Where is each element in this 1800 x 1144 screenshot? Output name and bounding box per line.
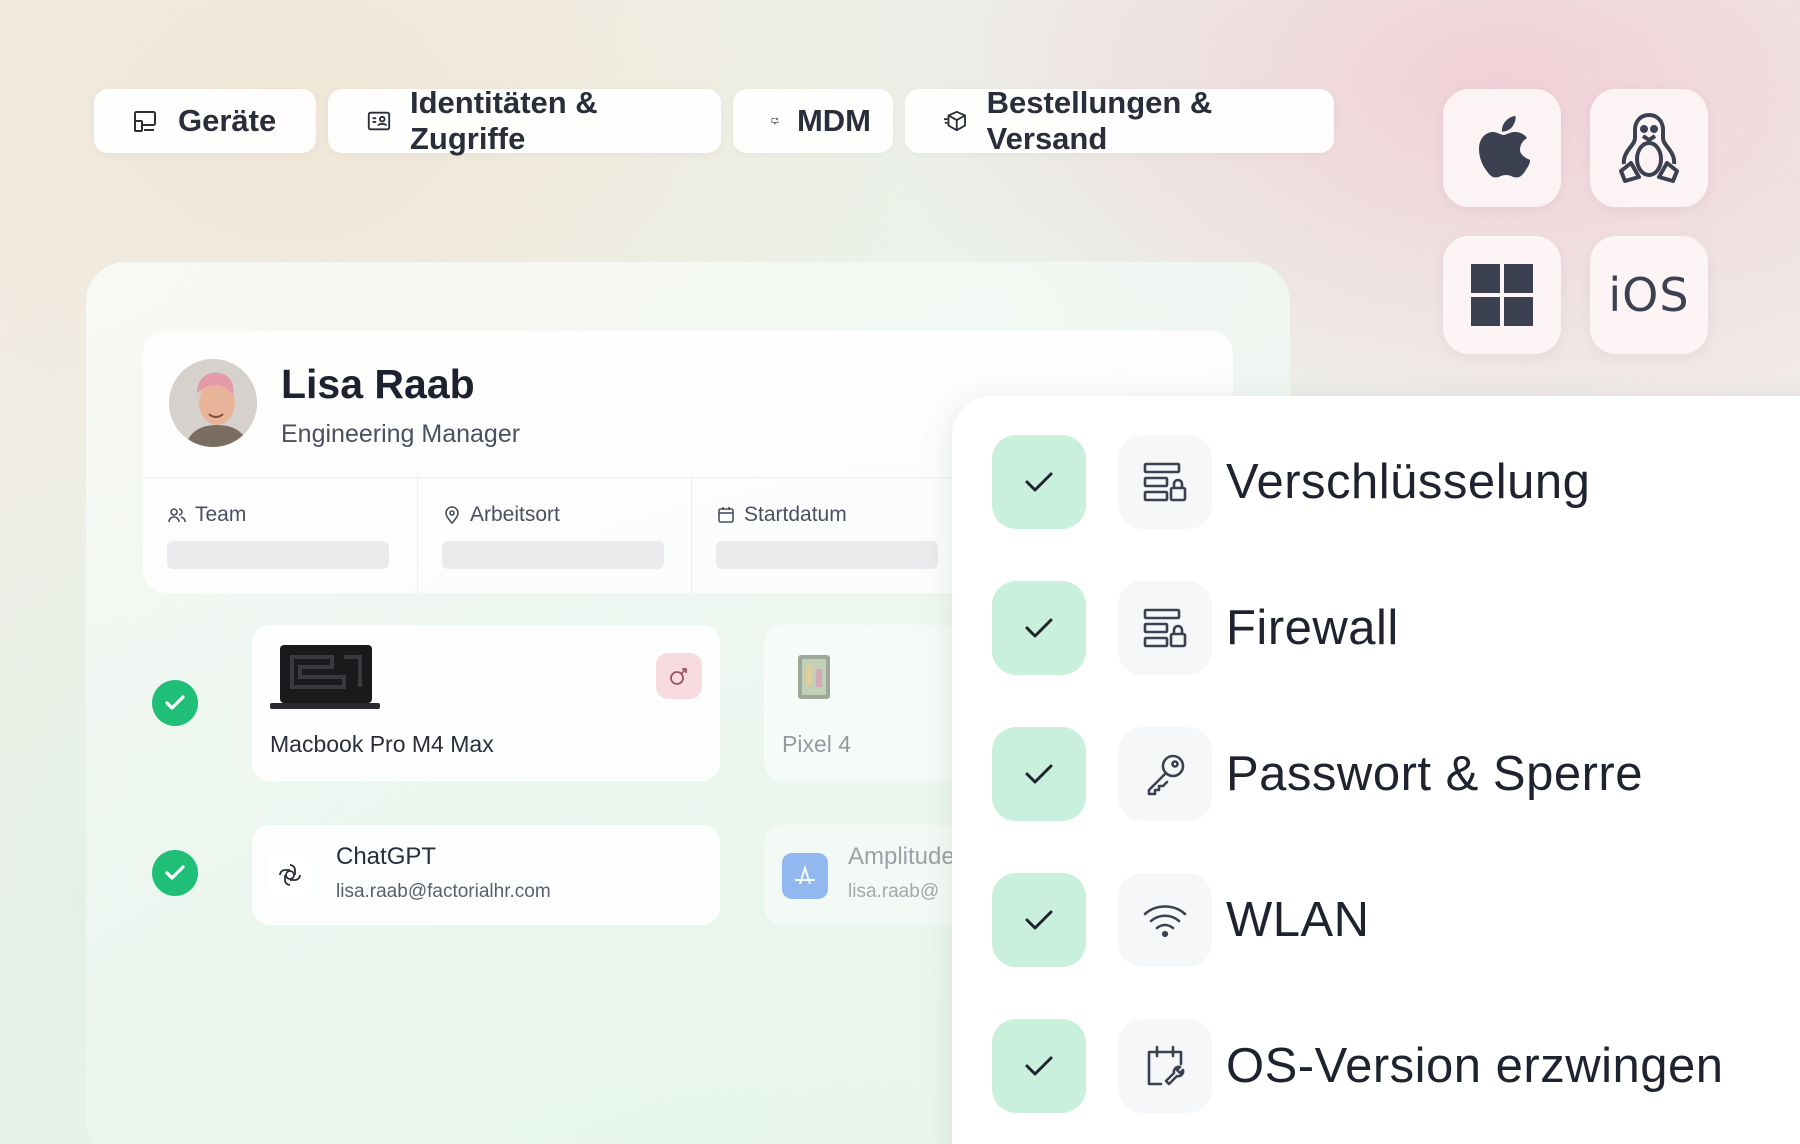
employee-role: Engineering Manager	[281, 420, 521, 448]
server-lock-icon	[1143, 462, 1187, 502]
field-label-arbeitsort: Arbeitsort	[470, 503, 560, 526]
policy-row-wlan[interactable]: WLAN	[992, 873, 1370, 967]
policy-icon-box	[1118, 727, 1212, 821]
policy-row-verschluesselung[interactable]: Verschlüsselung	[992, 435, 1590, 529]
calendar-icon	[718, 507, 734, 523]
policy-label: OS-Version erzwingen	[1226, 1039, 1724, 1093]
device-action-button[interactable]	[656, 653, 702, 699]
device-card-macbook[interactable]: Macbook Pro M4 Max	[252, 625, 720, 781]
arbeitsort-value-placeholder	[442, 541, 664, 569]
map-pin-icon	[445, 506, 459, 525]
check-icon	[1025, 910, 1053, 930]
check-icon	[165, 865, 185, 880]
chatgpt-icon	[279, 864, 301, 886]
tab-label: Identitäten & Zugriffe	[409, 85, 598, 156]
linux-icon	[1619, 113, 1679, 183]
avatar	[167, 357, 259, 449]
check-icon	[1025, 764, 1053, 784]
policy-row-passwort[interactable]: Passwort & Sperre	[992, 727, 1643, 821]
field-label-team: Team	[195, 503, 247, 526]
amplitude-icon	[795, 864, 815, 885]
tab-mdm[interactable]: MDM	[733, 89, 893, 153]
check-icon	[1025, 472, 1053, 492]
policy-check	[992, 727, 1086, 821]
policy-icon-box	[1118, 435, 1212, 529]
policy-label: Passwort & Sperre	[1226, 747, 1643, 801]
windows-icon	[1471, 264, 1533, 326]
field-team: Team	[143, 477, 417, 593]
policy-icon-box	[1118, 581, 1212, 675]
policy-label: Firewall	[1226, 601, 1399, 655]
device-card-pixel[interactable]: Pixel 4	[764, 625, 964, 781]
wifi-icon	[1143, 905, 1187, 938]
policy-row-firewall[interactable]: Firewall	[992, 581, 1399, 675]
tab-label: MDM	[796, 103, 871, 138]
field-arbeitsort: Arbeitsort	[417, 477, 691, 593]
key-icon	[1147, 754, 1185, 796]
device-name: Macbook Pro M4 Max	[270, 731, 494, 757]
os-ios-tile[interactable]: iOS	[1590, 236, 1708, 354]
calendar-wrench-icon	[1147, 1045, 1185, 1086]
id-card-icon	[367, 111, 391, 131]
policy-icon-box	[1118, 873, 1212, 967]
os-windows-tile[interactable]	[1443, 236, 1561, 354]
server-lock-icon	[1143, 608, 1187, 648]
laptop-image	[270, 645, 380, 709]
power-restart-icon	[670, 668, 687, 685]
devices-icon	[134, 111, 156, 132]
package-icon	[943, 110, 966, 132]
policy-check	[992, 435, 1086, 529]
tab-label: Geräte	[178, 103, 277, 138]
policy-label: Verschlüsselung	[1226, 455, 1591, 509]
app-name: ChatGPT	[336, 843, 437, 870]
app-card-chatgpt[interactable]: ChatGPT lisa.raab@factorialhr.com	[252, 825, 720, 925]
device-status-check	[152, 680, 198, 726]
app-email: lisa.raab@	[848, 881, 940, 902]
check-icon	[165, 695, 185, 710]
chatgpt-logo	[268, 853, 312, 897]
policy-check	[992, 1019, 1086, 1113]
tab-label: Bestellungen & Versand	[986, 85, 1213, 156]
field-label-startdatum: Startdatum	[744, 503, 847, 526]
os-linux-tile[interactable]	[1590, 89, 1708, 207]
check-icon	[1025, 618, 1053, 638]
apple-icon	[1479, 116, 1530, 178]
policy-check	[992, 581, 1086, 675]
device-name: Pixel 4	[782, 731, 852, 757]
policy-row-os-version[interactable]: OS-Version erzwingen	[992, 1019, 1724, 1113]
ios-label: iOS	[1608, 268, 1690, 322]
top-tabs: Geräte Identitäten & Zugriffe MDM Bestel…	[94, 85, 1334, 156]
policy-check	[992, 873, 1086, 967]
policy-label: WLAN	[1226, 893, 1370, 947]
phone-image	[798, 655, 830, 699]
field-startdatum: Startdatum	[691, 477, 965, 593]
monitor-settings-icon	[771, 117, 779, 125]
os-apple-tile[interactable]	[1443, 89, 1561, 207]
team-value-placeholder	[167, 541, 389, 569]
check-icon	[1025, 1056, 1053, 1076]
app-email: lisa.raab@factorialhr.com	[336, 881, 551, 902]
tab-identitaeten[interactable]: Identitäten & Zugriffe	[328, 85, 721, 156]
app-name: Amplitude	[848, 843, 955, 870]
policy-icon-box	[1118, 1019, 1212, 1113]
app-status-check	[152, 850, 198, 896]
app-card-amplitude[interactable]: Amplitude lisa.raab@	[764, 825, 964, 925]
tab-bestellungen[interactable]: Bestellungen & Versand	[905, 85, 1334, 156]
users-icon	[168, 508, 186, 523]
amplitude-logo	[782, 853, 828, 899]
employee-name: Lisa Raab	[281, 361, 475, 407]
startdatum-value-placeholder	[716, 541, 938, 569]
tab-geraete[interactable]: Geräte	[94, 89, 316, 153]
